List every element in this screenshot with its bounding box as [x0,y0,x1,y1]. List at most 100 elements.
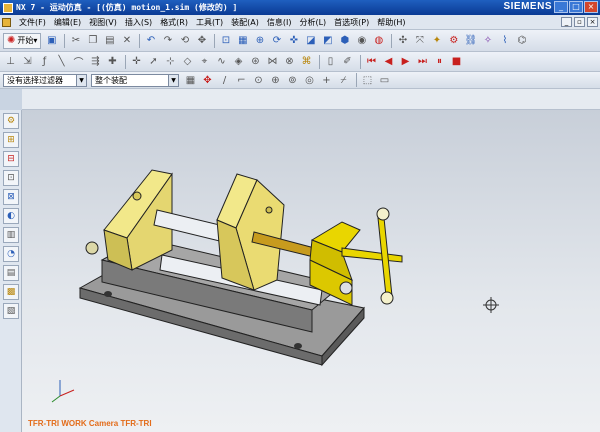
forward-icon[interactable]: ⏭ [415,54,430,69]
graph-icon[interactable]: ⌘ [299,54,314,69]
joint-icon[interactable]: ⋈ [265,54,280,69]
solver-icon[interactable]: ▯ [323,54,338,69]
close-button[interactable]: × [584,1,598,13]
render-style-icon[interactable]: ◉ [354,33,369,48]
doc-close-button[interactable]: × [587,17,598,27]
motion-coupler-icon[interactable]: ⛓ [463,33,478,48]
zoom-icon[interactable]: ⊕ [252,33,267,48]
motion-spring-icon[interactable]: ⌇ [497,33,512,48]
doc-minimize-button[interactable]: _ [561,17,572,27]
datum-icon[interactable]: ✚ [105,54,120,69]
sensor-icon[interactable]: ⊛ [248,54,263,69]
plane-icon[interactable]: ◇ [180,54,195,69]
snap-point-icon[interactable]: ✥ [200,73,215,88]
articulation-icon[interactable]: ✐ [340,54,355,69]
orient-view-icon[interactable]: ◩ [320,33,335,48]
point-icon[interactable]: ✛ [129,54,144,69]
motion-driver-icon[interactable]: ✦ [429,33,444,48]
vector-icon[interactable]: ➚ [146,54,161,69]
arc-center-icon[interactable]: ⊚ [285,73,300,88]
menu-view[interactable]: 视图(V) [85,17,121,28]
web-browser-icon[interactable]: ◐ [3,208,19,224]
quadrant-icon[interactable]: ◎ [302,73,317,88]
motion-navigator-icon[interactable]: ⊡ [3,170,19,186]
play-icon[interactable]: ▶ [398,54,413,69]
expression-icon[interactable]: ⇶ [88,54,103,69]
perspective-icon[interactable]: ◪ [303,33,318,48]
menu-preferences[interactable]: 首选项(P) [330,17,373,28]
system-scenes-icon[interactable]: ▧ [3,303,19,319]
motion-gear-icon[interactable]: ⚙ [446,33,461,48]
bushing-icon[interactable]: ⊗ [282,54,297,69]
save-icon[interactable]: ▣ [44,33,59,48]
line-icon[interactable]: ╲ [54,54,69,69]
type-filter-dropdown[interactable]: 没有选择过滤器 ▼ [3,73,87,87]
rotate-icon[interactable]: ⟳ [269,33,284,48]
doc-restore-button[interactable]: ▫ [574,17,585,27]
menu-file[interactable]: 文件(F) [15,17,50,28]
delete-icon[interactable]: ✕ [119,33,134,48]
arc-icon[interactable]: ⌒ [71,54,86,69]
graphics-window[interactable] [22,110,600,432]
fit-icon[interactable]: ⊡ [218,33,233,48]
motion-marker-icon[interactable]: ✧ [480,33,495,48]
pause-icon[interactable]: ⏸ [432,54,447,69]
repeat-icon[interactable]: ⟲ [177,33,192,48]
box-select-icon[interactable]: ⬚ [360,73,375,88]
menu-tools[interactable]: 工具(T) [192,17,227,28]
constraint-navigator-icon[interactable]: ⊞ [3,132,19,148]
start-button[interactable]: ✺ 开始 ▾ [3,32,42,49]
redo-icon[interactable]: ↷ [160,33,175,48]
history-icon[interactable]: ▥ [3,227,19,243]
part-navigator-icon[interactable]: ⊟ [3,151,19,167]
constraint-icon[interactable]: ⊥ [3,54,18,69]
resource-bar: ⚙ ⊞ ⊟ ⊡ ⊠ ◐ ▥ ◔ ▤ ▩ ▧ [0,110,22,432]
motion-joint-icon[interactable]: ✣ [395,33,410,48]
pan-icon[interactable]: ✜ [286,33,301,48]
rewind-icon[interactable]: ⏮ [364,54,379,69]
stop-icon[interactable]: ■ [449,54,464,69]
process-studio-icon[interactable]: ▤ [3,265,19,281]
existing-point-icon[interactable]: + [319,73,334,88]
vise-assembly-model[interactable] [22,110,600,432]
menu-help[interactable]: 帮助(H) [373,17,409,28]
spline-icon[interactable]: ∿ [214,54,229,69]
motion-3d-contact-icon[interactable]: ⌬ [514,33,529,48]
shaded-icon[interactable]: ⬢ [337,33,352,48]
paste-icon[interactable]: ▤ [102,33,117,48]
formula-icon[interactable]: ƒ [37,54,52,69]
menu-analysis[interactable]: 分析(L) [295,17,330,28]
point-on-curve-icon[interactable]: ⌿ [336,73,351,88]
selection-scope-dropdown[interactable]: 整个装配 ▼ [91,73,179,87]
menu-info[interactable]: 信息(I) [263,17,296,28]
menu-format[interactable]: 格式(R) [156,17,192,28]
marker-icon[interactable]: ◈ [231,54,246,69]
intersection-icon[interactable]: ⊕ [268,73,283,88]
menu-insert[interactable]: 插入(S) [121,17,156,28]
menu-app-icon[interactable] [2,17,11,27]
select-all-icon[interactable]: ▦ [183,73,198,88]
motion-link-icon[interactable]: ⤧ [412,33,427,48]
minimize-button[interactable]: _ [554,1,568,13]
undo-icon[interactable]: ↶ [143,33,158,48]
control-point-icon[interactable]: ⊙ [251,73,266,88]
end-point-icon[interactable]: / [217,73,232,88]
step-back-icon[interactable]: ◀ [381,54,396,69]
menu-edit[interactable]: 编辑(E) [50,17,85,28]
snap-icon[interactable]: ✥ [194,33,209,48]
measure-icon[interactable]: ⌖ [197,54,212,69]
roles-icon[interactable]: ▩ [3,284,19,300]
mid-point-icon[interactable]: ⌐ [234,73,249,88]
reuse-library-icon[interactable]: ⊠ [3,189,19,205]
lasso-icon[interactable]: ▭ [377,73,392,88]
move-component-icon[interactable]: ⇲ [20,54,35,69]
copy-icon[interactable]: ❐ [85,33,100,48]
csys-icon[interactable]: ⊹ [163,54,178,69]
edge-style-icon[interactable]: ◍ [371,33,386,48]
cut-icon[interactable]: ✂ [68,33,83,48]
assembly-navigator-icon[interactable]: ⚙ [3,113,19,129]
maximize-button[interactable]: □ [569,1,583,13]
menu-assembly[interactable]: 装配(A) [227,17,263,28]
zoom-region-icon[interactable]: ▦ [235,33,250,48]
system-materials-icon[interactable]: ◔ [3,246,19,262]
